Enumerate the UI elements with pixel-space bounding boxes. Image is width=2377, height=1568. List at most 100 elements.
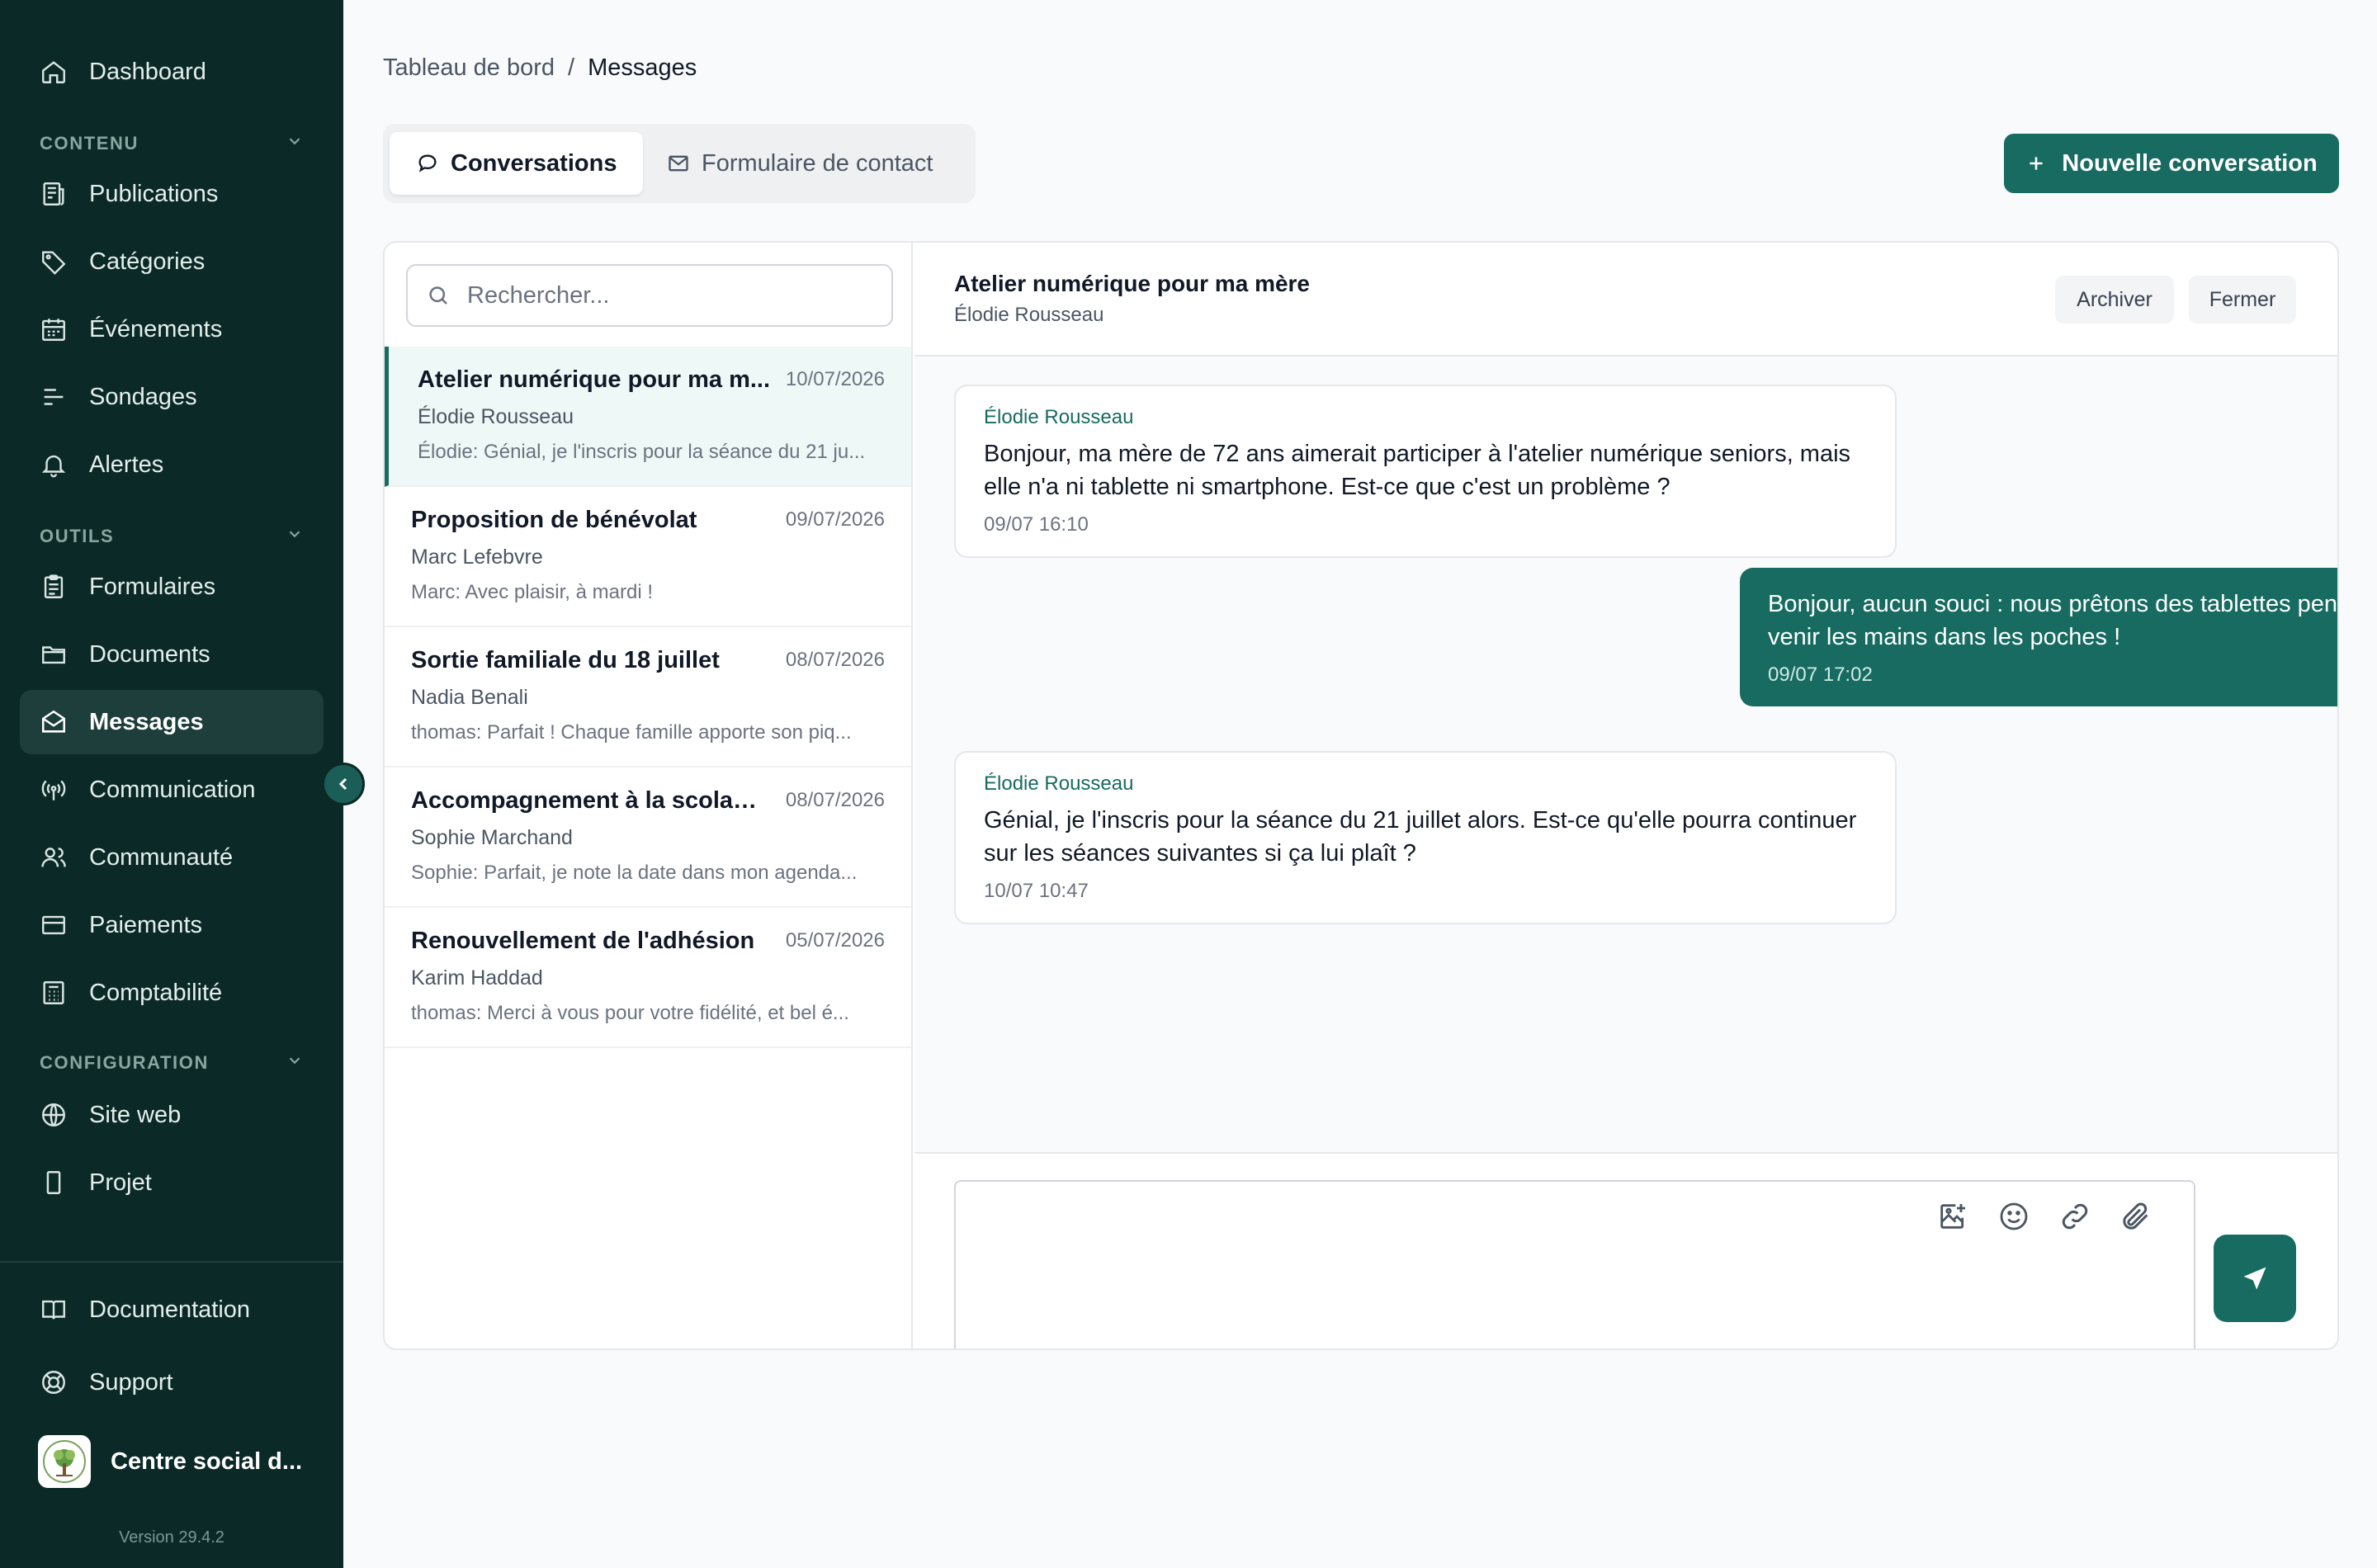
- folder-icon: [40, 640, 68, 668]
- section-label: OUTILS: [40, 526, 115, 546]
- sidebar-item-label: Support: [89, 1368, 173, 1396]
- section-toggle-configuration[interactable]: CONFIGURATION: [40, 1051, 304, 1074]
- chat-header: Atelier numérique pour ma mère Élodie Ro…: [914, 243, 2337, 357]
- mail-icon: [667, 152, 702, 175]
- conversation-preview: thomas: Parfait ! Chaque famille apporte…: [411, 721, 852, 744]
- conversation-title: Sortie familiale du 18 juillet: [411, 647, 720, 673]
- message-time: 10/07 10:47: [984, 880, 1089, 902]
- conversation-date: 05/07/2026: [785, 929, 885, 952]
- sidebar-item-label: Site web: [89, 1101, 182, 1128]
- conversation-item[interactable]: Accompagnement à la scolarité 08/07/2026…: [385, 767, 911, 908]
- sidebar-item-label: Catégories: [89, 248, 206, 275]
- breadcrumb-root-link[interactable]: Tableau de bord: [383, 54, 555, 82]
- sidebar-item-site-web[interactable]: Site web: [20, 1083, 324, 1147]
- section-label: CONFIGURATION: [40, 1052, 209, 1073]
- archive-button[interactable]: Archiver: [2055, 276, 2174, 324]
- conversation-date: 09/07/2026: [785, 508, 885, 531]
- sidebar-item-communication[interactable]: Communication: [20, 758, 324, 822]
- sidebar-item-documents[interactable]: Documents: [20, 622, 324, 687]
- message-incoming: Élodie Rousseau Bonjour, ma mère de 72 a…: [954, 385, 1897, 558]
- conversation-title: Renouvellement de l'adhésion: [411, 928, 755, 954]
- book-icon: [40, 1296, 68, 1324]
- sidebar-item-comptabilite[interactable]: Comptabilité: [20, 961, 324, 1025]
- new-conversation-button[interactable]: Nouvelle conversation: [2004, 134, 2339, 193]
- sidebar-item-dashboard[interactable]: Dashboard: [20, 40, 324, 104]
- plus-icon: [2025, 153, 2062, 174]
- tab-contact-form[interactable]: Formulaire de contact: [640, 132, 959, 195]
- conversation-preview: Élodie: Génial, je l'inscris pour la séa…: [418, 441, 866, 463]
- sidebar-item-support[interactable]: Support: [20, 1350, 324, 1415]
- organization-logo: [38, 1435, 91, 1488]
- sidebar-item-label: Alertes: [89, 451, 164, 478]
- paperclip-icon[interactable]: [2119, 1200, 2153, 1233]
- search-input[interactable]: [467, 281, 880, 309]
- sidebar-item-evenements[interactable]: Événements: [20, 297, 324, 361]
- sidebar-item-alertes[interactable]: Alertes: [20, 432, 324, 497]
- broadcast-icon: [40, 776, 68, 804]
- tab-bar: Conversations Formulaire de contact: [383, 124, 976, 203]
- sidebar-collapse-button[interactable]: [322, 763, 365, 805]
- image-add-icon[interactable]: [1936, 1200, 1969, 1233]
- sidebar-item-sondages[interactable]: Sondages: [20, 365, 324, 429]
- globe-icon: [40, 1101, 68, 1129]
- emoji-icon[interactable]: [1997, 1200, 2030, 1233]
- message-author: Élodie Rousseau: [984, 406, 1134, 428]
- calendar-icon: [40, 315, 68, 343]
- link-icon[interactable]: [2058, 1200, 2091, 1233]
- conversation-item[interactable]: Sortie familiale du 18 juillet 08/07/202…: [385, 627, 911, 767]
- conversation-date: 08/07/2026: [785, 789, 885, 811]
- breadcrumb-separator: /: [568, 54, 575, 81]
- sidebar-item-projet[interactable]: Projet: [20, 1150, 324, 1215]
- breadcrumb: Tableau de bord / Messages: [383, 54, 697, 82]
- sidebar-item-messages[interactable]: Messages: [20, 690, 324, 754]
- sidebar-item-documentation[interactable]: Documentation: [20, 1278, 324, 1342]
- mail-open-icon: [40, 708, 68, 736]
- message-editor[interactable]: [954, 1180, 2195, 1348]
- sidebar-item-categories[interactable]: Catégories: [20, 229, 324, 294]
- sidebar-item-publications[interactable]: Publications: [20, 162, 324, 226]
- sidebar-divider: [0, 1261, 343, 1263]
- organization-name: Centre social d...: [111, 1448, 303, 1475]
- close-conversation-button[interactable]: Fermer: [2189, 276, 2296, 324]
- message-author: Élodie Rousseau: [984, 772, 1134, 795]
- chevron-down-icon: [286, 1051, 304, 1074]
- sidebar-item-label: Événements: [89, 315, 223, 342]
- conversation-item[interactable]: Atelier numérique pour ma m... 10/07/202…: [385, 347, 911, 487]
- sidebar-item-label: Documentation: [89, 1296, 251, 1323]
- conversation-item[interactable]: Renouvellement de l'adhésion 05/07/2026 …: [385, 908, 911, 1048]
- sidebar-item-label: Formulaires: [89, 573, 216, 600]
- section-toggle-contenu[interactable]: CONTENU: [40, 132, 304, 155]
- poll-icon: [40, 383, 68, 411]
- conversation-list: Atelier numérique pour ma m... 10/07/202…: [385, 243, 913, 1348]
- conversation-contact: Élodie Rousseau: [418, 405, 574, 428]
- tab-conversations[interactable]: Conversations: [390, 132, 644, 195]
- tab-label: Conversations: [451, 149, 617, 177]
- credit-card-icon: [40, 911, 68, 939]
- sidebar-item-communaute[interactable]: Communauté: [20, 825, 324, 890]
- message-composer: [914, 1152, 2337, 1348]
- sidebar-item-label: Messages: [89, 708, 204, 735]
- sidebar-item-paiements[interactable]: Paiements: [20, 893, 324, 957]
- chat-bubble-icon: [416, 152, 451, 175]
- conversation-contact: Sophie Marchand: [411, 826, 573, 849]
- message-time: 09/07 17:02: [1768, 664, 1873, 686]
- conversation-preview: Marc: Avec plaisir, à mardi !: [411, 581, 653, 603]
- conversation-title: Proposition de bénévolat: [411, 507, 697, 533]
- conversation-item[interactable]: Proposition de bénévolat 09/07/2026 Marc…: [385, 487, 911, 627]
- home-icon: [40, 58, 68, 86]
- conversation-date: 08/07/2026: [785, 649, 885, 671]
- chat-contact-name: Élodie Rousseau: [954, 304, 1104, 326]
- section-toggle-outils[interactable]: OUTILS: [40, 525, 304, 548]
- sidebar-item-formulaires[interactable]: Formulaires: [20, 555, 324, 619]
- search-box: [406, 264, 893, 327]
- chevron-down-icon: [286, 525, 304, 548]
- calculator-icon: [40, 979, 68, 1007]
- organization-switcher[interactable]: Centre social d...: [38, 1434, 319, 1489]
- conversation-contact: Nadia Benali: [411, 686, 528, 709]
- send-message-button[interactable]: [2214, 1235, 2296, 1322]
- sidebar-item-label: Communauté: [89, 843, 234, 871]
- tab-label: Formulaire de contact: [702, 149, 933, 177]
- sidebar-item-label: Comptabilité: [89, 979, 223, 1006]
- chevron-down-icon: [286, 132, 304, 155]
- send-icon: [2240, 1263, 2270, 1293]
